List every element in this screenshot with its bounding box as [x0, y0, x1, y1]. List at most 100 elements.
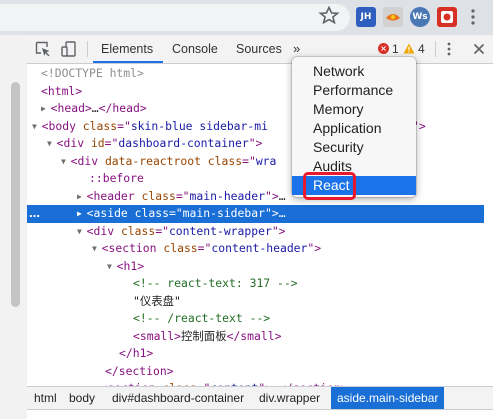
- dom-token: </small>: [226, 328, 282, 343]
- menu-item-application[interactable]: Application: [292, 119, 416, 138]
- collapse-triangle-icon[interactable]: ▼: [32, 122, 42, 131]
- error-icon[interactable]: ×: [378, 43, 389, 54]
- breadcrumb-item[interactable]: div.wrapper: [259, 387, 320, 409]
- warning-icon[interactable]: [403, 43, 415, 54]
- devtools-menu-icon[interactable]: [447, 42, 451, 56]
- dom-token: "仪表盘": [133, 293, 181, 308]
- warning-count[interactable]: 4: [418, 35, 425, 63]
- dom-node[interactable]: "仪表盘": [27, 293, 493, 311]
- dom-node[interactable]: <html>: [27, 83, 493, 101]
- dom-node[interactable]: </section>: [27, 363, 493, 381]
- dom-token: <div: [70, 153, 105, 168]
- menu-item-memory[interactable]: Memory: [292, 100, 416, 119]
- breadcrumb-item[interactable]: div#dashboard-container: [112, 387, 244, 409]
- dom-token: …: [278, 206, 286, 220]
- menu-item-network[interactable]: Network: [292, 62, 416, 81]
- dom-node[interactable]: <!-- /react-text -->: [27, 310, 493, 328]
- dom-node[interactable]: ▼ <h1>: [27, 258, 493, 276]
- tab-elements[interactable]: Elements: [101, 35, 153, 63]
- collapse-triangle-icon[interactable]: ▼: [61, 157, 71, 166]
- dom-token: =": [155, 223, 169, 238]
- collapse-triangle-icon[interactable]: ▼: [77, 227, 87, 236]
- toolbar-divider: [87, 41, 88, 57]
- breadcrumb-item[interactable]: body: [69, 387, 95, 409]
- dom-node[interactable]: ▼ <div data-reactroot class="wra: [27, 153, 493, 171]
- dom-token: <header: [86, 188, 142, 203]
- dom-token: class: [163, 241, 198, 255]
- dom-node[interactable]: <!DOCTYPE html>: [27, 65, 493, 83]
- dom-node[interactable]: ▼ <div id="dashboard-container">: [27, 135, 493, 153]
- dom-token: ">: [248, 136, 263, 150]
- breadcrumb-item[interactable]: html: [34, 387, 57, 409]
- page-viewport: [0, 35, 28, 419]
- dom-token: ">: [264, 188, 279, 203]
- device-toolbar-icon[interactable]: [60, 40, 78, 58]
- ws-extension-icon[interactable]: Ws: [410, 7, 430, 27]
- breadcrumb-item[interactable]: aside.main-sidebar: [331, 387, 445, 409]
- honey-extension-icon[interactable]: [383, 7, 403, 27]
- dom-token: …: [278, 188, 286, 203]
- dom-token: <html>: [41, 83, 83, 98]
- collapse-triangle-icon[interactable]: ▼: [47, 139, 57, 148]
- dom-token: </section>: [105, 363, 174, 378]
- expand-triangle-icon[interactable]: ▶: [41, 104, 51, 113]
- expand-triangle-icon[interactable]: ▶: [77, 209, 87, 218]
- node-actions-ellipsis[interactable]: …: [29, 205, 40, 223]
- dom-token: <!-- react-text: 317 -->: [133, 276, 298, 290]
- dom-node[interactable]: <!-- react-text: 317 -->: [27, 275, 493, 293]
- dom-token: </head>: [98, 101, 147, 115]
- dom-token: </h1>: [119, 346, 154, 360]
- browser-toolbar: JH Ws: [0, 0, 493, 35]
- inspect-element-icon[interactable]: [34, 40, 52, 58]
- dom-node[interactable]: ▶ <head>…</head>: [27, 100, 493, 118]
- dom-node[interactable]: ▼ <body class="skin-blue sidebar-mi orte…: [27, 118, 493, 136]
- dom-token: <!-- /react-text -->: [133, 311, 271, 325]
- close-icon[interactable]: [473, 43, 485, 55]
- dom-token: =": [104, 136, 119, 150]
- dom-token: ">: [264, 206, 279, 220]
- bookmark-star-icon[interactable]: [318, 6, 340, 24]
- expand-triangle-icon[interactable]: ▶: [77, 192, 87, 201]
- dom-token: data-reactroot class: [104, 153, 243, 168]
- dom-token: <!DOCTYPE html>: [41, 66, 144, 80]
- dom-token: main-sidebar: [182, 206, 265, 220]
- dom-node-selected[interactable]: … ▶ <aside class="main-sidebar">…: [27, 205, 493, 223]
- tab-console[interactable]: Console: [172, 35, 218, 63]
- dom-token: class: [134, 206, 169, 220]
- active-tab-indicator: [93, 61, 163, 63]
- dom-token: class: [82, 118, 118, 133]
- dom-node[interactable]: <small>控制面板</small>: [27, 328, 493, 346]
- dom-node[interactable]: ▼ <div class="content-wrapper">: [27, 223, 493, 241]
- dom-token: <h1>: [116, 258, 145, 273]
- honey-logo-icon: [386, 14, 400, 21]
- dom-token: =": [242, 153, 256, 168]
- dom-token: ">: [307, 241, 322, 255]
- menu-item-security[interactable]: Security: [292, 138, 416, 157]
- dom-token: <aside: [86, 206, 135, 220]
- dom-node[interactable]: ▶ <header class="main-header">…: [27, 188, 493, 206]
- dom-tree-scrollbar[interactable]: [484, 64, 493, 386]
- chrome-menu-icon[interactable]: [470, 8, 476, 26]
- dom-node[interactable]: ▼ <section class="content-header">: [27, 240, 493, 258]
- collapse-triangle-icon[interactable]: ▼: [92, 244, 102, 253]
- collapse-triangle-icon[interactable]: ▼: [107, 262, 117, 271]
- dom-node[interactable]: </h1>: [27, 345, 493, 363]
- menu-item-performance[interactable]: Performance: [292, 81, 416, 100]
- page-scrollbar[interactable]: [11, 82, 20, 307]
- dom-token: <div: [56, 136, 91, 150]
- tab-sources[interactable]: Sources: [236, 35, 282, 63]
- jh-extension-icon[interactable]: JH: [356, 7, 376, 27]
- dom-tree[interactable]: <!DOCTYPE html> <html> ▶ <head>…</head> ▼ <…: [27, 64, 493, 386]
- breadcrumb: html body div#dashboard-container div.wrapp…: [27, 386, 493, 409]
- dom-token: <body: [41, 118, 83, 133]
- dom-token: =": [175, 188, 190, 203]
- address-bar[interactable]: [0, 4, 350, 31]
- dom-token: =": [117, 118, 131, 133]
- dom-node[interactable]: ::before: [27, 170, 493, 188]
- dom-token: main-header: [189, 188, 265, 203]
- dom-token: content-wrapper: [168, 223, 272, 238]
- dom-token: ::before: [89, 171, 144, 185]
- dom-token: <div: [86, 223, 121, 238]
- dom-token: ">: [271, 223, 286, 238]
- red-extension-icon[interactable]: [437, 7, 457, 27]
